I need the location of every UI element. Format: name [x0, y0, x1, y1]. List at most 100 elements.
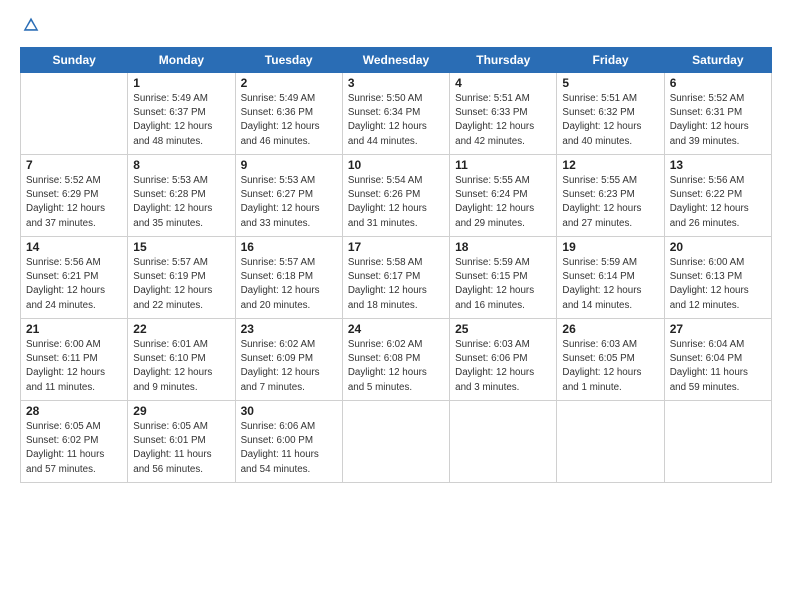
day-info: Sunrise: 5:59 AM Sunset: 6:15 PM Dayligh…: [455, 256, 551, 313]
day-number: 4: [455, 76, 551, 90]
day-cell-6: 6 Sunrise: 5:52 AM Sunset: 6:31 PM Daylig…: [664, 73, 771, 155]
col-header-tuesday: Tuesday: [235, 48, 342, 73]
week-row-4: 21 Sunrise: 6:00 AM Sunset: 6:11 PM Dayli…: [21, 319, 772, 401]
day-info: Sunrise: 6:01 AM Sunset: 6:10 PM Dayligh…: [133, 338, 229, 395]
day-number: 28: [26, 404, 122, 418]
empty-cell: [21, 73, 128, 155]
week-row-5: 28 Sunrise: 6:05 AM Sunset: 6:02 PM Dayli…: [21, 401, 772, 483]
day-info: Sunrise: 5:57 AM Sunset: 6:19 PM Dayligh…: [133, 256, 229, 313]
day-number: 15: [133, 240, 229, 254]
day-cell-21: 21 Sunrise: 6:00 AM Sunset: 6:11 PM Dayli…: [21, 319, 128, 401]
day-info: Sunrise: 6:02 AM Sunset: 6:08 PM Dayligh…: [348, 338, 444, 395]
calendar-header-row: SundayMondayTuesdayWednesdayThursdayFrid…: [21, 48, 772, 73]
day-cell-30: 30 Sunrise: 6:06 AM Sunset: 6:00 PM Dayli…: [235, 401, 342, 483]
day-number: 24: [348, 322, 444, 336]
col-header-monday: Monday: [128, 48, 235, 73]
day-cell-9: 9 Sunrise: 5:53 AM Sunset: 6:27 PM Daylig…: [235, 155, 342, 237]
calendar-table: SundayMondayTuesdayWednesdayThursdayFrid…: [20, 47, 772, 483]
day-info: Sunrise: 6:06 AM Sunset: 6:00 PM Dayligh…: [241, 420, 337, 477]
day-number: 13: [670, 158, 766, 172]
day-info: Sunrise: 5:49 AM Sunset: 6:37 PM Dayligh…: [133, 92, 229, 149]
day-number: 27: [670, 322, 766, 336]
day-info: Sunrise: 5:58 AM Sunset: 6:17 PM Dayligh…: [348, 256, 444, 313]
col-header-friday: Friday: [557, 48, 664, 73]
day-number: 16: [241, 240, 337, 254]
day-info: Sunrise: 5:52 AM Sunset: 6:31 PM Dayligh…: [670, 92, 766, 149]
day-info: Sunrise: 5:51 AM Sunset: 6:32 PM Dayligh…: [562, 92, 658, 149]
day-number: 12: [562, 158, 658, 172]
day-number: 10: [348, 158, 444, 172]
day-info: Sunrise: 6:02 AM Sunset: 6:09 PM Dayligh…: [241, 338, 337, 395]
day-cell-5: 5 Sunrise: 5:51 AM Sunset: 6:32 PM Daylig…: [557, 73, 664, 155]
day-number: 30: [241, 404, 337, 418]
day-number: 1: [133, 76, 229, 90]
col-header-saturday: Saturday: [664, 48, 771, 73]
day-info: Sunrise: 6:03 AM Sunset: 6:05 PM Dayligh…: [562, 338, 658, 395]
empty-cell: [664, 401, 771, 483]
day-cell-23: 23 Sunrise: 6:02 AM Sunset: 6:09 PM Dayli…: [235, 319, 342, 401]
col-header-wednesday: Wednesday: [342, 48, 449, 73]
day-cell-7: 7 Sunrise: 5:52 AM Sunset: 6:29 PM Daylig…: [21, 155, 128, 237]
col-header-sunday: Sunday: [21, 48, 128, 73]
day-number: 17: [348, 240, 444, 254]
day-info: Sunrise: 6:04 AM Sunset: 6:04 PM Dayligh…: [670, 338, 766, 395]
day-number: 11: [455, 158, 551, 172]
day-info: Sunrise: 5:55 AM Sunset: 6:23 PM Dayligh…: [562, 174, 658, 231]
day-info: Sunrise: 5:53 AM Sunset: 6:27 PM Dayligh…: [241, 174, 337, 231]
day-info: Sunrise: 5:49 AM Sunset: 6:36 PM Dayligh…: [241, 92, 337, 149]
empty-cell: [342, 401, 449, 483]
day-number: 23: [241, 322, 337, 336]
day-number: 22: [133, 322, 229, 336]
day-number: 3: [348, 76, 444, 90]
day-cell-17: 17 Sunrise: 5:58 AM Sunset: 6:17 PM Dayli…: [342, 237, 449, 319]
day-cell-20: 20 Sunrise: 6:00 AM Sunset: 6:13 PM Dayli…: [664, 237, 771, 319]
day-cell-1: 1 Sunrise: 5:49 AM Sunset: 6:37 PM Daylig…: [128, 73, 235, 155]
day-info: Sunrise: 6:05 AM Sunset: 6:02 PM Dayligh…: [26, 420, 122, 477]
day-cell-27: 27 Sunrise: 6:04 AM Sunset: 6:04 PM Dayli…: [664, 319, 771, 401]
col-header-thursday: Thursday: [450, 48, 557, 73]
day-cell-25: 25 Sunrise: 6:03 AM Sunset: 6:06 PM Dayli…: [450, 319, 557, 401]
day-cell-15: 15 Sunrise: 5:57 AM Sunset: 6:19 PM Dayli…: [128, 237, 235, 319]
day-cell-4: 4 Sunrise: 5:51 AM Sunset: 6:33 PM Daylig…: [450, 73, 557, 155]
day-number: 6: [670, 76, 766, 90]
day-info: Sunrise: 6:00 AM Sunset: 6:13 PM Dayligh…: [670, 256, 766, 313]
day-cell-10: 10 Sunrise: 5:54 AM Sunset: 6:26 PM Dayli…: [342, 155, 449, 237]
day-number: 18: [455, 240, 551, 254]
day-number: 5: [562, 76, 658, 90]
day-info: Sunrise: 5:53 AM Sunset: 6:28 PM Dayligh…: [133, 174, 229, 231]
day-cell-18: 18 Sunrise: 5:59 AM Sunset: 6:15 PM Dayli…: [450, 237, 557, 319]
day-info: Sunrise: 5:52 AM Sunset: 6:29 PM Dayligh…: [26, 174, 122, 231]
day-cell-28: 28 Sunrise: 6:05 AM Sunset: 6:02 PM Dayli…: [21, 401, 128, 483]
day-number: 8: [133, 158, 229, 172]
day-number: 29: [133, 404, 229, 418]
day-number: 21: [26, 322, 122, 336]
day-number: 20: [670, 240, 766, 254]
day-cell-3: 3 Sunrise: 5:50 AM Sunset: 6:34 PM Daylig…: [342, 73, 449, 155]
day-info: Sunrise: 6:03 AM Sunset: 6:06 PM Dayligh…: [455, 338, 551, 395]
day-cell-26: 26Sunrise: 6:03 AM Sunset: 6:05 PM Dayli…: [557, 319, 664, 401]
day-info: Sunrise: 5:50 AM Sunset: 6:34 PM Dayligh…: [348, 92, 444, 149]
day-number: 14: [26, 240, 122, 254]
day-cell-2: 2 Sunrise: 5:49 AM Sunset: 6:36 PM Daylig…: [235, 73, 342, 155]
empty-cell: [450, 401, 557, 483]
day-number: 9: [241, 158, 337, 172]
day-cell-29: 29Sunrise: 6:05 AM Sunset: 6:01 PM Dayli…: [128, 401, 235, 483]
day-number: 2: [241, 76, 337, 90]
day-info: Sunrise: 5:59 AM Sunset: 6:14 PM Dayligh…: [562, 256, 658, 313]
day-number: 19: [562, 240, 658, 254]
day-info: Sunrise: 6:00 AM Sunset: 6:11 PM Dayligh…: [26, 338, 122, 395]
day-info: Sunrise: 5:54 AM Sunset: 6:26 PM Dayligh…: [348, 174, 444, 231]
day-number: 7: [26, 158, 122, 172]
day-info: Sunrise: 5:51 AM Sunset: 6:33 PM Dayligh…: [455, 92, 551, 149]
day-cell-11: 11Sunrise: 5:55 AM Sunset: 6:24 PM Dayli…: [450, 155, 557, 237]
day-cell-13: 13 Sunrise: 5:56 AM Sunset: 6:22 PM Dayli…: [664, 155, 771, 237]
week-row-2: 7 Sunrise: 5:52 AM Sunset: 6:29 PM Daylig…: [21, 155, 772, 237]
day-cell-19: 19 Sunrise: 5:59 AM Sunset: 6:14 PM Dayli…: [557, 237, 664, 319]
day-info: Sunrise: 5:56 AM Sunset: 6:22 PM Dayligh…: [670, 174, 766, 231]
day-info: Sunrise: 5:56 AM Sunset: 6:21 PM Dayligh…: [26, 256, 122, 313]
week-row-3: 14 Sunrise: 5:56 AM Sunset: 6:21 PM Dayli…: [21, 237, 772, 319]
week-row-1: 1 Sunrise: 5:49 AM Sunset: 6:37 PM Daylig…: [21, 73, 772, 155]
logo: [20, 18, 42, 39]
day-cell-22: 22 Sunrise: 6:01 AM Sunset: 6:10 PM Dayli…: [128, 319, 235, 401]
day-number: 25: [455, 322, 551, 336]
